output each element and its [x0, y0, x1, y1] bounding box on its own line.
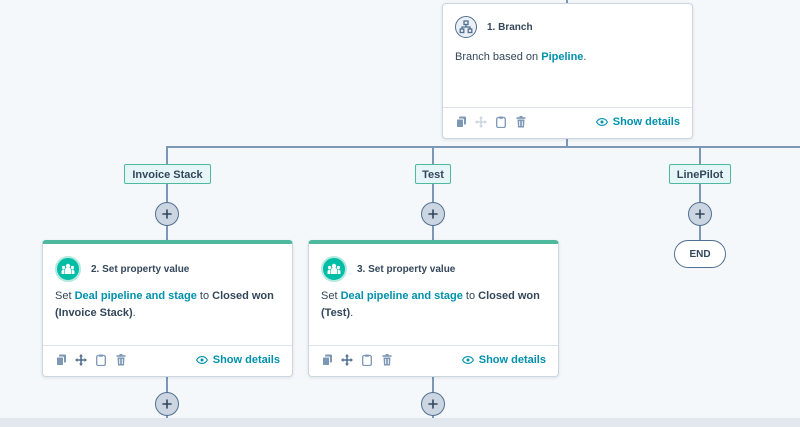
- set-property-icon: [321, 256, 347, 282]
- clipboard-icon[interactable]: [361, 354, 373, 366]
- clipboard-icon[interactable]: [95, 354, 107, 366]
- action-value: Closed won: [212, 290, 274, 302]
- delete-icon[interactable]: [381, 354, 393, 366]
- add-action-button[interactable]: [155, 392, 179, 416]
- action-card-footer: Show details: [43, 345, 292, 376]
- branch-icon: [455, 16, 477, 38]
- action-description: Set Deal pipeline and stage to Closed wo…: [55, 288, 285, 322]
- show-details-button[interactable]: Show details: [461, 354, 546, 366]
- action-desc-middle: to: [196, 290, 213, 302]
- move-icon[interactable]: [341, 354, 353, 366]
- action-desc-prefix: Set: [55, 290, 75, 302]
- show-details-label: Show details: [612, 116, 680, 128]
- show-details-button[interactable]: Show details: [195, 354, 280, 366]
- add-action-button[interactable]: [421, 202, 445, 226]
- branch-title: 1. Branch: [487, 21, 533, 33]
- action-title: 3. Set property value: [357, 263, 456, 275]
- plus-icon: [162, 399, 172, 409]
- plus-icon: [428, 209, 438, 219]
- eye-icon: [461, 356, 474, 364]
- copy-icon[interactable]: [55, 354, 67, 366]
- copy-icon[interactable]: [455, 116, 467, 128]
- clipboard-icon[interactable]: [495, 116, 507, 128]
- action-card-invoice-stack[interactable]: 2. Set property value Set Deal pipeline …: [42, 240, 293, 377]
- end-node[interactable]: END: [674, 240, 726, 268]
- move-icon[interactable]: [75, 354, 87, 366]
- action-desc-suffix: .: [132, 307, 136, 319]
- connector-horizontal: [166, 146, 800, 148]
- action-card-test[interactable]: 3. Set property value Set Deal pipeline …: [308, 240, 559, 377]
- action-value: Closed won: [478, 290, 540, 302]
- plus-icon: [695, 209, 705, 219]
- eye-icon: [595, 118, 608, 126]
- branch-description: Branch based on Pipeline.: [455, 49, 586, 66]
- branch-label-test[interactable]: Test: [415, 164, 451, 184]
- deal-pipeline-link[interactable]: Deal pipeline and stage: [341, 290, 463, 302]
- action-value-detail: (Test): [321, 307, 351, 319]
- horizontal-scrollbar[interactable]: [0, 418, 800, 427]
- action-desc-prefix: Set: [321, 290, 341, 302]
- branch-label-invoice-stack[interactable]: Invoice Stack: [124, 164, 211, 184]
- add-action-button[interactable]: [688, 202, 712, 226]
- add-action-button[interactable]: [155, 202, 179, 226]
- action-desc-middle: to: [462, 290, 479, 302]
- plus-icon: [162, 209, 172, 219]
- action-title: 2. Set property value: [91, 263, 190, 275]
- action-value-detail: (Invoice Stack): [55, 307, 133, 319]
- pipeline-link[interactable]: Pipeline: [541, 51, 583, 63]
- action-description: Set Deal pipeline and stage to Closed wo…: [321, 288, 551, 322]
- action-desc-suffix: .: [350, 307, 354, 319]
- show-details-label: Show details: [212, 354, 280, 366]
- branch-desc-suffix: .: [583, 51, 587, 63]
- branch-desc-prefix: Branch based on: [455, 51, 542, 63]
- branch-card-footer: Show details: [443, 107, 692, 138]
- branch-card[interactable]: 1. Branch Branch based on Pipeline. Show…: [442, 3, 693, 139]
- delete-icon[interactable]: [515, 116, 527, 128]
- deal-pipeline-link[interactable]: Deal pipeline and stage: [75, 290, 197, 302]
- plus-icon: [428, 399, 438, 409]
- action-card-footer: Show details: [309, 345, 558, 376]
- branch-label-linepilot[interactable]: LinePilot: [669, 164, 731, 184]
- move-icon[interactable]: [475, 116, 487, 128]
- show-details-label: Show details: [478, 354, 546, 366]
- copy-icon[interactable]: [321, 354, 333, 366]
- eye-icon: [195, 356, 208, 364]
- delete-icon[interactable]: [115, 354, 127, 366]
- add-action-button[interactable]: [421, 392, 445, 416]
- show-details-button[interactable]: Show details: [595, 116, 680, 128]
- set-property-icon: [55, 256, 81, 282]
